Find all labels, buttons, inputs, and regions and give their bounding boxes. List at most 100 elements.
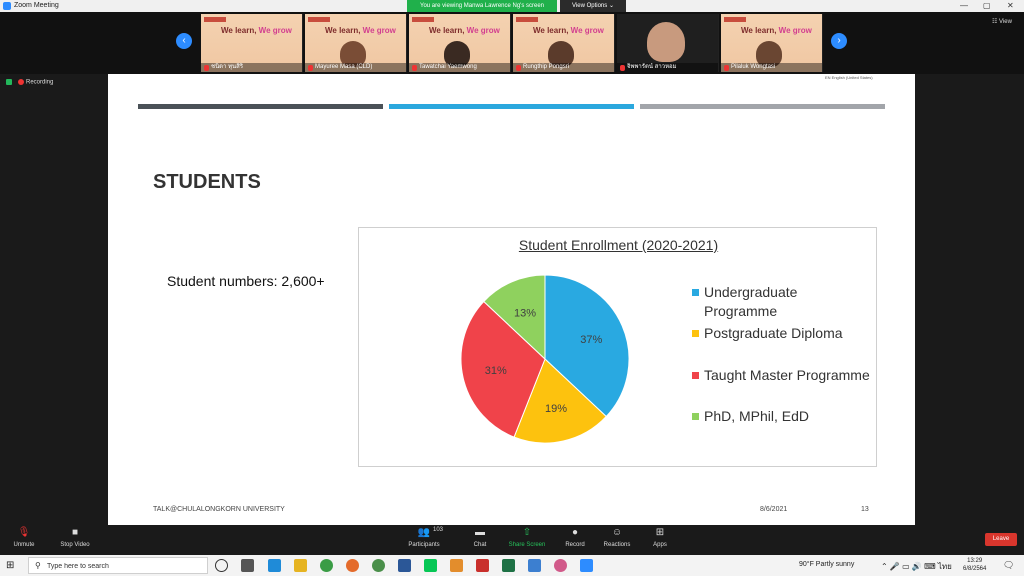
recording-indicator[interactable]: Recording [6,79,53,86]
share-screen-button[interactable]: ⇧ Share Screen [506,527,548,548]
slide-logo [412,17,434,22]
slide-footer-org: TALK@CHULALONGKORN UNIVERSITY [153,506,285,513]
participant-tile[interactable]: We learn, We grow Rungthip Pongsri [513,14,615,72]
slide-logo [516,17,538,22]
participant-tile[interactable]: We learn, We grow ชนิดา ทุนสิริ [201,14,303,72]
participant-tile[interactable]: We learn, We grow Tawatchai Yaemwong [409,14,511,72]
reactions-icon: ☺ [611,527,623,538]
file-explorer-icon[interactable] [294,559,307,572]
taskbar-search[interactable]: ⚲ [28,557,208,574]
legend-swatch [692,413,699,420]
share-screen-icon: ⇧ [522,527,532,538]
search-input[interactable] [47,559,202,573]
system-tray[interactable]: ⌃ 🎤 ▭ 🔊 ⌨ ไทย [881,560,952,573]
windows-taskbar: ⊞ ⚲ 90°F Partly sunny ⌃ 🎤 ▭ 🔊 ⌨ ไทย 13:2… [0,555,1024,576]
muted-mic-icon [308,65,313,71]
firefox-icon[interactable] [346,559,359,572]
slide-page-number: 13 [861,506,869,513]
slide-footer-date: 8/6/2021 [760,506,788,513]
line-app-icon[interactable] [424,559,437,572]
record-icon: ● [571,527,579,538]
minimize-button[interactable]: — [960,1,968,10]
participant-tile[interactable]: We learn, We grow Pilaluk Wongtasi [721,14,823,72]
tile-slogan: We learn, We grow [325,26,396,35]
language-caption: EN English (United States) [825,75,873,80]
apps-icon: ⊞ [655,527,665,538]
participant-name: Rungthip Pongsri [513,63,614,72]
tile-slogan: We learn, We grow [533,26,604,35]
legend-label: Undergraduate Programme [704,284,798,319]
stop-video-button[interactable]: ■ Stop Video [55,527,95,548]
video-camera-icon: ■ [71,527,79,538]
muted-mic-icon [516,65,521,71]
weather-widget[interactable]: 90°F Partly sunny [799,561,854,568]
recording-dot-icon [18,79,24,85]
muted-mic-icon [724,65,729,71]
app-icon[interactable] [528,559,541,572]
task-view-icon[interactable] [241,559,254,572]
security-shield-icon [6,79,12,85]
apps-button[interactable]: ⊞ Apps [648,527,672,548]
meeting-controls: 🎙 Unmute ■ Stop Video 👥 Participants 103 ▬ C… [0,525,1024,555]
word-icon[interactable] [398,559,411,572]
legend-swatch [692,372,699,379]
pie-data-label: 19% [545,403,567,415]
close-button[interactable]: ✕ [1007,1,1014,10]
unmute-button[interactable]: 🎙 Unmute [8,527,40,548]
participant-count-badge: 103 [433,527,444,533]
legend-label: Taught Master Programme [704,367,870,383]
taskbar-clock[interactable]: 13:29 6/8/2564 [963,557,986,573]
edge-browser-icon[interactable] [268,559,281,572]
excel-icon[interactable] [502,559,515,572]
slide-logo [724,17,746,22]
muted-mic-icon [204,65,209,71]
clock-time: 13:29 [967,558,983,564]
slide-title: STUDENTS [153,171,261,193]
slide-accent-bar [138,104,383,109]
participant-tile[interactable]: จิพพารัตน์ สาวหอม [617,14,719,72]
windows-start-icon[interactable]: ⊞ [6,560,14,571]
participant-tile[interactable]: We learn, We grow Mayuree Masa (CLD) [305,14,407,72]
zoom-logo-icon [3,2,11,10]
clock-date: 6/8/2564 [963,566,987,572]
chrome-icon[interactable] [320,559,333,572]
paint-icon[interactable] [554,559,567,572]
chat-icon: ▬ [475,527,485,538]
record-button[interactable]: ● Record [561,527,589,548]
chat-button[interactable]: ▬ Chat [467,527,493,548]
enrollment-chart: Student Enrollment (2020-2021) 37% 19% 31%… [358,227,877,467]
muted-mic-icon [412,65,417,71]
browser-icon[interactable] [372,559,385,572]
legend-label: PhD, MPhil, EdD [704,408,810,424]
legend-swatch [692,289,699,296]
pie-chart: 37% 19% 31% 13% [460,274,630,444]
gallery-next-button[interactable]: › [831,33,847,49]
legend-label: Postgraduate Diploma [704,325,843,341]
gallery-prev-button[interactable]: ‹ [176,33,192,49]
screen-share-banner: You are viewing Manwa Lawrence Ng's scre… [407,0,557,12]
muted-mic-icon [620,65,625,71]
cortana-icon[interactable] [215,559,228,572]
tile-slogan: We learn, We grow [221,26,292,35]
student-numbers: Student numbers: 2,600+ [167,273,325,289]
participant-name: ชนิดา ทุนสิริ [201,63,302,72]
muted-mic-icon: 🎙 [17,527,31,538]
reactions-button[interactable]: ☺ Reactions [601,527,633,548]
recording-label: Recording [26,79,54,86]
notification-icon[interactable]: 🗨 [1003,560,1014,571]
participant-name: Pilaluk Wongtasi [721,63,822,72]
filezilla-icon[interactable] [476,559,489,572]
search-icon: ⚲ [35,561,41,570]
view-options-button[interactable]: View Options ⌄ [560,0,626,12]
tile-slogan: We learn, We grow [741,26,812,35]
leave-button[interactable]: Leave [985,533,1017,546]
window-title: Zoom Meeting [14,2,59,9]
tile-slogan: We learn, We grow [429,26,500,35]
pie-data-label: 31% [485,365,507,377]
gallery-view-button[interactable]: ☷ View [992,18,1012,25]
app-icon[interactable] [450,559,463,572]
maximize-button[interactable]: ▢ [983,1,991,10]
participant-gallery [0,12,1024,74]
zoom-icon[interactable] [580,559,593,572]
participant-video [647,22,685,62]
